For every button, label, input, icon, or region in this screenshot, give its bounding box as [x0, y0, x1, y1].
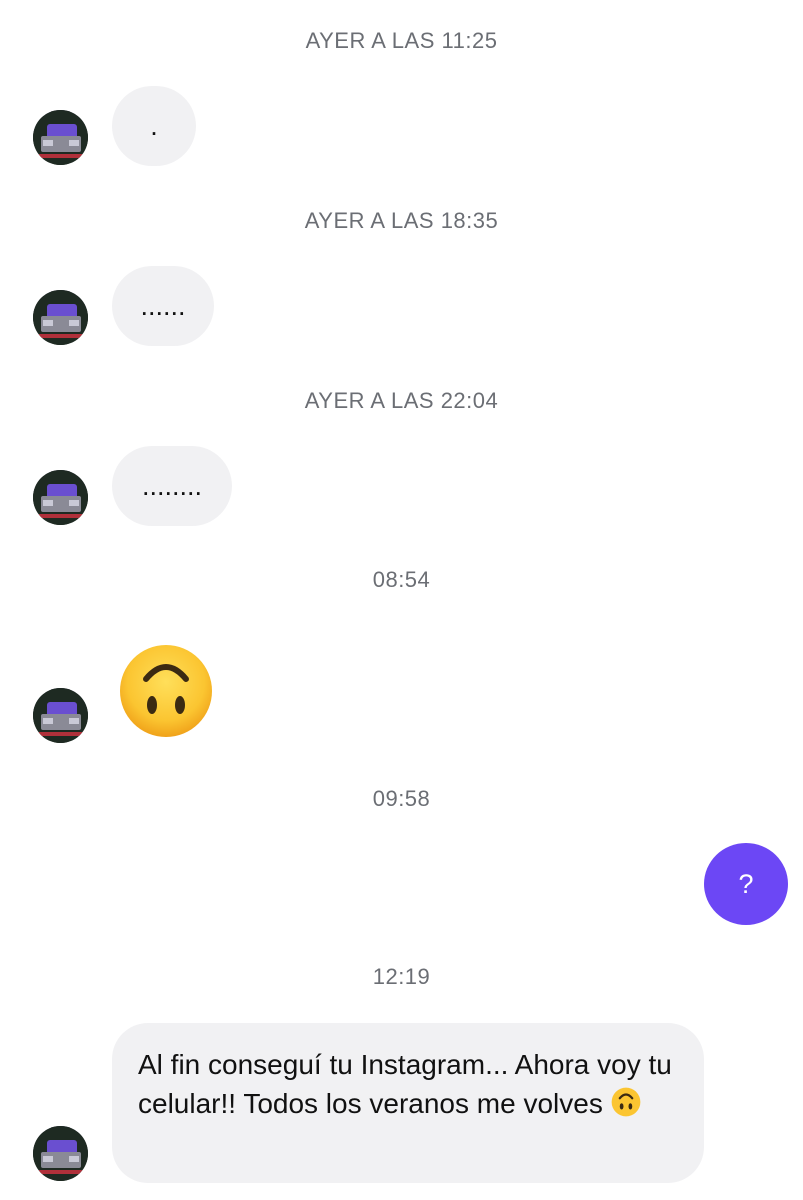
- timestamp: AYER A LAS 22:04: [304, 388, 499, 413]
- message-bubble[interactable]: ......: [112, 266, 214, 346]
- message-text: Al fin conseguí tu Instagram... Ahora vo…: [138, 1049, 672, 1119]
- upside-down-face-icon[interactable]: [118, 643, 214, 739]
- message-text: .: [150, 110, 158, 141]
- message-bubble[interactable]: Al fin conseguí tu Instagram... Ahora vo…: [112, 1023, 704, 1183]
- message-text: ........: [141, 470, 202, 501]
- message-bubble[interactable]: .: [112, 86, 196, 166]
- avatar[interactable]: [33, 470, 88, 525]
- message-bubble[interactable]: ........: [112, 446, 232, 526]
- timestamp: 12:19: [372, 964, 431, 989]
- message-text: ......: [140, 290, 186, 321]
- timestamp: 09:58: [372, 786, 431, 811]
- avatar[interactable]: [33, 110, 88, 165]
- outgoing-message-bubble[interactable]: ?: [704, 843, 788, 925]
- upside-down-face-icon: [611, 1087, 641, 1117]
- avatar[interactable]: [33, 1126, 88, 1181]
- timestamp: AYER A LAS 11:25: [305, 28, 498, 53]
- avatar[interactable]: [33, 290, 88, 345]
- avatar[interactable]: [33, 688, 88, 743]
- timestamp: AYER A LAS 18:35: [304, 208, 499, 233]
- timestamp: 08:54: [372, 567, 431, 592]
- message-text: ?: [738, 868, 754, 899]
